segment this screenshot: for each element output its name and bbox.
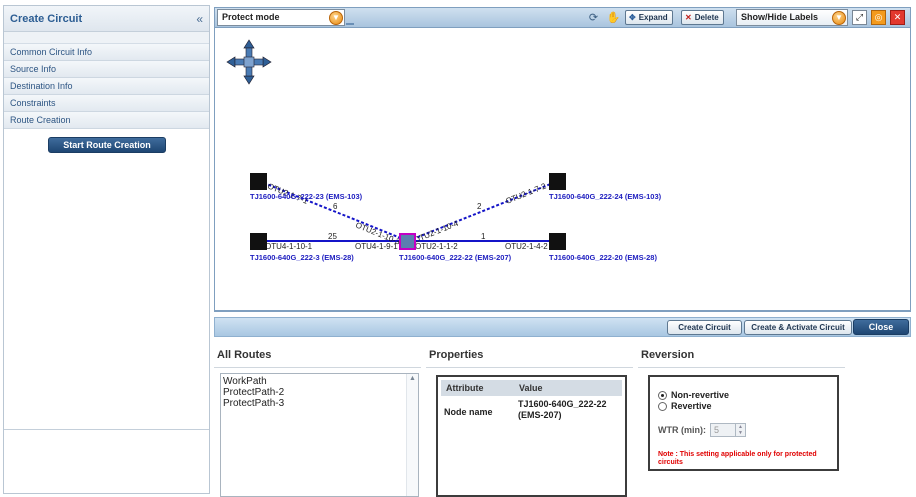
reversion-note: Note : This setting applicable only for … [658, 451, 817, 466]
delete-icon: ✕ [685, 13, 692, 22]
node-n24[interactable] [549, 173, 566, 190]
section-common-circuit-info[interactable]: Common Circuit Info [4, 44, 209, 61]
create-activate-circuit-button[interactable]: Create & Activate Circuit [744, 320, 852, 335]
properties-title: Properties [429, 349, 484, 361]
pan-arrows-icon[interactable] [226, 39, 272, 85]
route-item-protectpath-3[interactable]: ProtectPath-3 [221, 398, 418, 409]
chevron-down-icon[interactable]: ▼ [329, 11, 343, 25]
properties-header: Attribute Value [441, 380, 622, 396]
topology-canvas[interactable]: 25 1 6 2 OTU4-1-10-1 OTU4-1-9-1 OTU2-1-1… [214, 28, 911, 312]
chevron-down-icon[interactable]: ▼ [832, 11, 846, 25]
route-item-workpath[interactable]: WorkPath [221, 376, 418, 387]
radio-unselected[interactable] [658, 401, 667, 411]
node-label: TJ1600-640G_222-20 (EMS-28) [549, 253, 657, 262]
node-n22-selected[interactable] [399, 233, 416, 250]
reversion-title: Reversion [641, 349, 695, 361]
link-weight-n3-n22: 25 [328, 232, 337, 241]
node-label: TJ1600-640G_222-23 (EMS-103) [250, 192, 363, 201]
wtr-value: 5 [714, 425, 720, 435]
section-source-info[interactable]: Source Info [4, 61, 209, 78]
section-constraints[interactable]: Constraints [4, 95, 209, 112]
zoom-icon[interactable]: ◎ [871, 10, 886, 25]
wtr-label: WTR (min): [658, 425, 706, 435]
non-revertive-option[interactable]: Non-revertive [658, 390, 729, 400]
radio-selected[interactable] [658, 390, 667, 400]
panel-footer [4, 429, 209, 493]
routes-list[interactable]: WorkPath ProtectPath-2 ProtectPath-3 ▲ [220, 373, 419, 497]
topology-graph[interactable]: 25 1 6 2 OTU4-1-10-1 OTU4-1-9-1 OTU2-1-1… [215, 28, 910, 312]
attribute-column-header: Attribute [446, 383, 484, 393]
routes-scrollbar[interactable]: ▲ [406, 374, 418, 496]
action-bar: Create Circuit Create & Activate Circuit… [214, 317, 911, 337]
wtr-stepper[interactable]: 5 ▲ ▼ [710, 423, 746, 437]
create-circuit-button[interactable]: Create Circuit [667, 320, 742, 335]
expand-label: Expand [638, 13, 668, 22]
close-icon[interactable]: ✕ [890, 10, 905, 25]
property-value-line2: (EMS-207) [518, 410, 562, 420]
port-label: OTU4-1-10-1 [265, 242, 313, 251]
section-route-creation[interactable]: Route Creation [4, 112, 209, 129]
delete-button[interactable]: ✕ Delete [681, 10, 724, 25]
link-weight-n22-n24: 2 [477, 202, 482, 211]
create-circuit-panel: Create Circuit « Common Circuit Info Sou… [3, 5, 210, 494]
port-label: OTU2-1-4-2 [505, 242, 548, 251]
hand-icon[interactable]: ✋ [606, 11, 621, 26]
node-label: TJ1600-640G_222-24 (EMS-103) [549, 192, 662, 201]
collapse-panel-button[interactable]: « [196, 12, 203, 26]
divider [426, 367, 633, 368]
divider [214, 367, 421, 368]
map-toolbar: Protect mode ▼ ⟳ ✋ ✥ Expand ✕ Delete Show/… [214, 7, 911, 28]
revertive-option[interactable]: Revertive [658, 401, 712, 411]
show-hide-labels-select[interactable]: Show/Hide Labels ▼ [736, 9, 848, 26]
node-label: TJ1600-640G_222-3 (EMS-28) [250, 253, 354, 262]
splitter-handle[interactable] [346, 23, 354, 25]
node-n23[interactable] [250, 173, 267, 190]
chevron-up-icon[interactable]: ▲ [407, 374, 418, 384]
link-weight-n22-n20: 1 [481, 232, 486, 241]
spinner-arrows-icon[interactable]: ▲ ▼ [735, 424, 745, 436]
divider [638, 367, 845, 368]
start-route-creation-button[interactable]: Start Route Creation [48, 137, 166, 153]
mode-select[interactable]: Protect mode ▼ [217, 9, 345, 26]
refresh-icon[interactable]: ⟳ [586, 11, 601, 26]
panel-header: Create Circuit « [4, 6, 209, 32]
value-column-header: Value [519, 383, 543, 393]
route-item-protectpath-2[interactable]: ProtectPath-2 [221, 387, 418, 398]
close-button[interactable]: Close [853, 319, 909, 335]
revertive-label: Revertive [671, 401, 712, 411]
panel-spacer [4, 32, 209, 44]
all-routes-title: All Routes [217, 349, 272, 361]
labels-select-value: Show/Hide Labels [741, 12, 819, 22]
reversion-panel: Non-revertive Revertive WTR (min): 5 ▲ ▼ … [648, 375, 839, 471]
link-weight-n23-n22: 6 [333, 202, 338, 211]
property-attribute: Node name [444, 407, 493, 417]
expand-button[interactable]: ✥ Expand [625, 10, 673, 25]
node-n20[interactable] [549, 233, 566, 250]
delete-label: Delete [694, 13, 719, 22]
panel-title: Create Circuit [10, 12, 83, 25]
section-destination-info[interactable]: Destination Info [4, 78, 209, 95]
properties-panel: Attribute Value Node name TJ1600-640G_22… [436, 375, 627, 497]
node-n3[interactable] [250, 233, 267, 250]
port-label: OTU2-1-7-2 [504, 181, 547, 206]
fit-view-icon[interactable]: ⤢ [852, 10, 867, 25]
non-revertive-label: Non-revertive [671, 390, 730, 400]
property-value-line1: TJ1600-640G_222-22 [518, 399, 607, 409]
mode-select-value: Protect mode [222, 12, 280, 22]
expand-icon: ✥ [629, 13, 636, 22]
port-label: OTU2-1-1-2 [415, 242, 458, 251]
node-label: TJ1600-640G_222-22 (EMS-207) [399, 253, 512, 262]
